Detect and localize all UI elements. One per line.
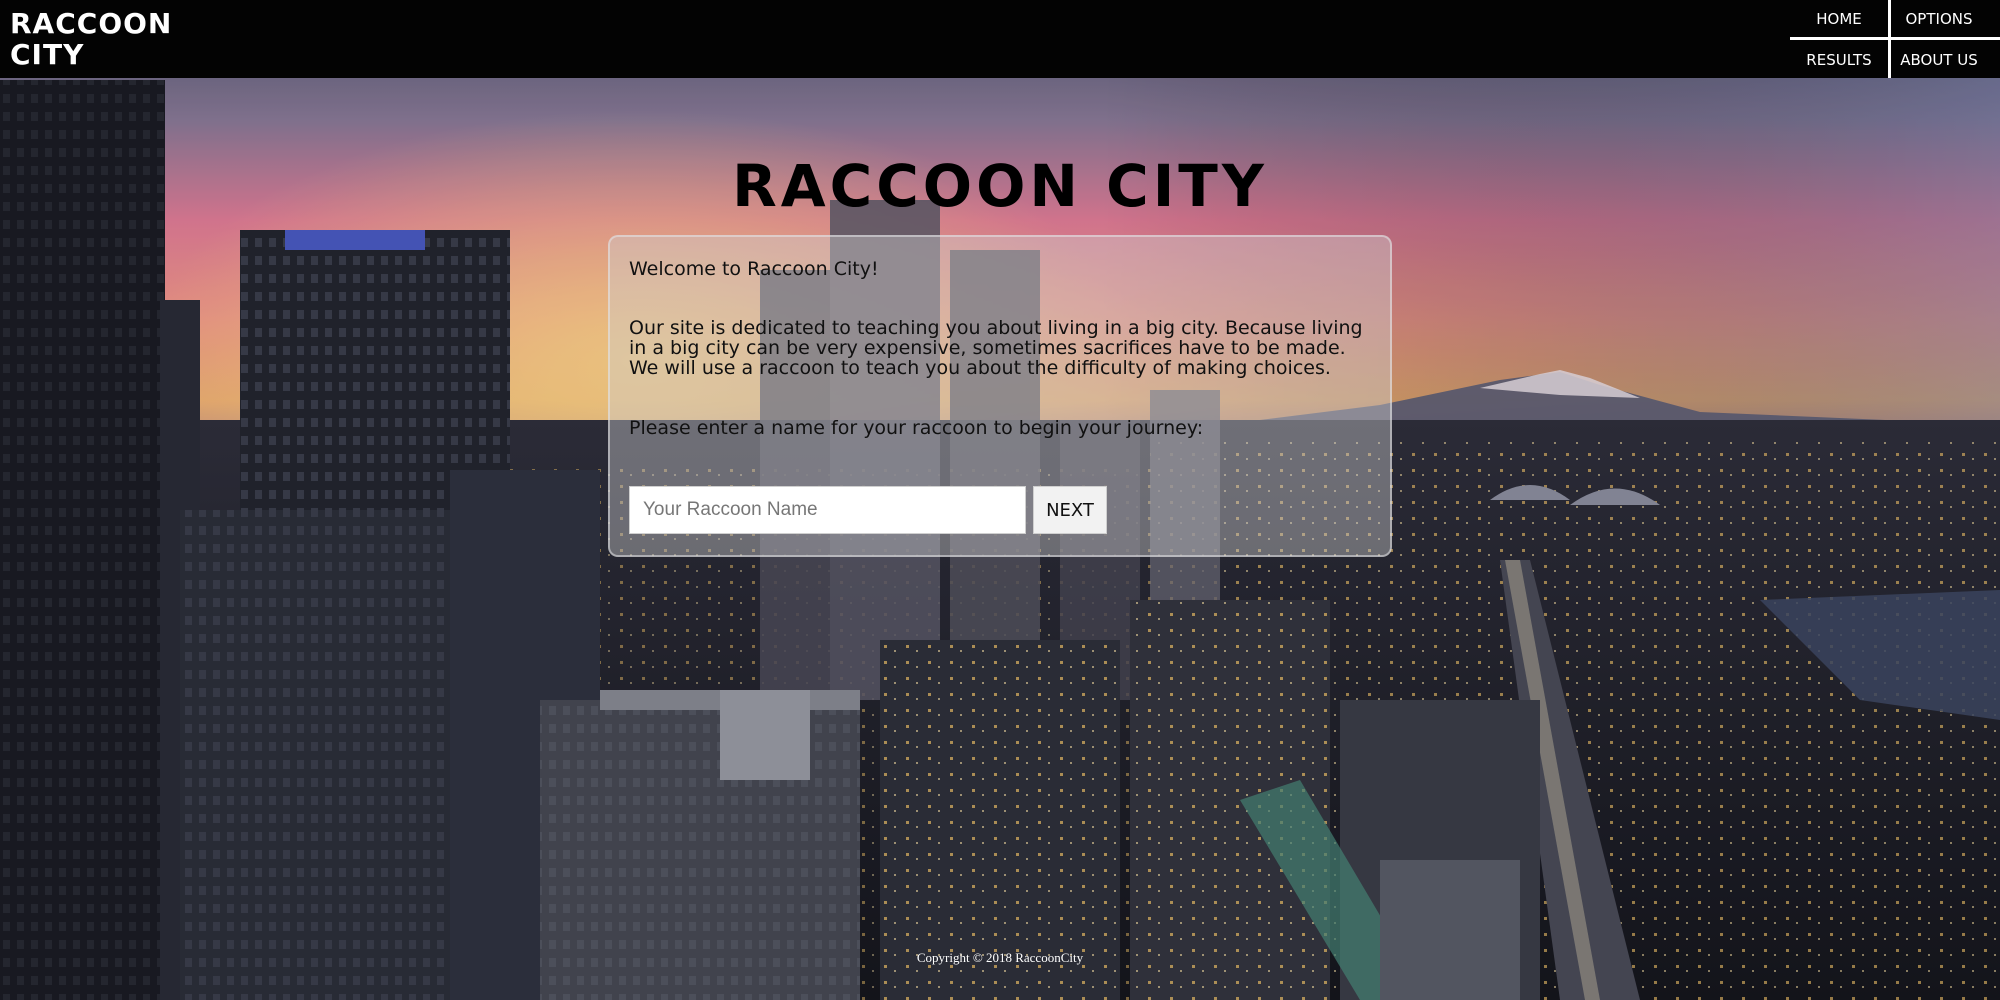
nav-home-link[interactable]: HOME xyxy=(1790,0,1888,37)
nav-options-link[interactable]: OPTIONS xyxy=(1890,0,1988,37)
footer-copyright: Copyright © 2018 RaccoonCity xyxy=(916,950,1084,965)
nav-results-link[interactable]: RESULTS xyxy=(1790,41,1888,78)
welcome-card: Welcome to Raccoon City! Our site is ded… xyxy=(608,235,1392,557)
name-prompt-text: Please enter a name for your raccoon to … xyxy=(629,417,1204,439)
main-nav: HOME OPTIONS RESULTS ABOUT US xyxy=(1790,0,2000,78)
raccoon-name-input[interactable] xyxy=(629,486,1026,534)
nav-divider-horizontal xyxy=(1790,37,2000,40)
site-logo[interactable]: RACCOON CITY xyxy=(10,8,171,70)
page-title: RACCOON CITY xyxy=(732,152,1268,220)
description-text: Our site is dedicated to teaching you ab… xyxy=(629,317,1363,379)
nav-about-link[interactable]: ABOUT US xyxy=(1890,41,1988,78)
welcome-text: Welcome to Raccoon City! xyxy=(629,258,879,280)
next-button[interactable]: NEXT xyxy=(1033,486,1107,534)
site-header: RACCOON CITY HOME OPTIONS RESULTS ABOUT … xyxy=(0,0,2000,78)
